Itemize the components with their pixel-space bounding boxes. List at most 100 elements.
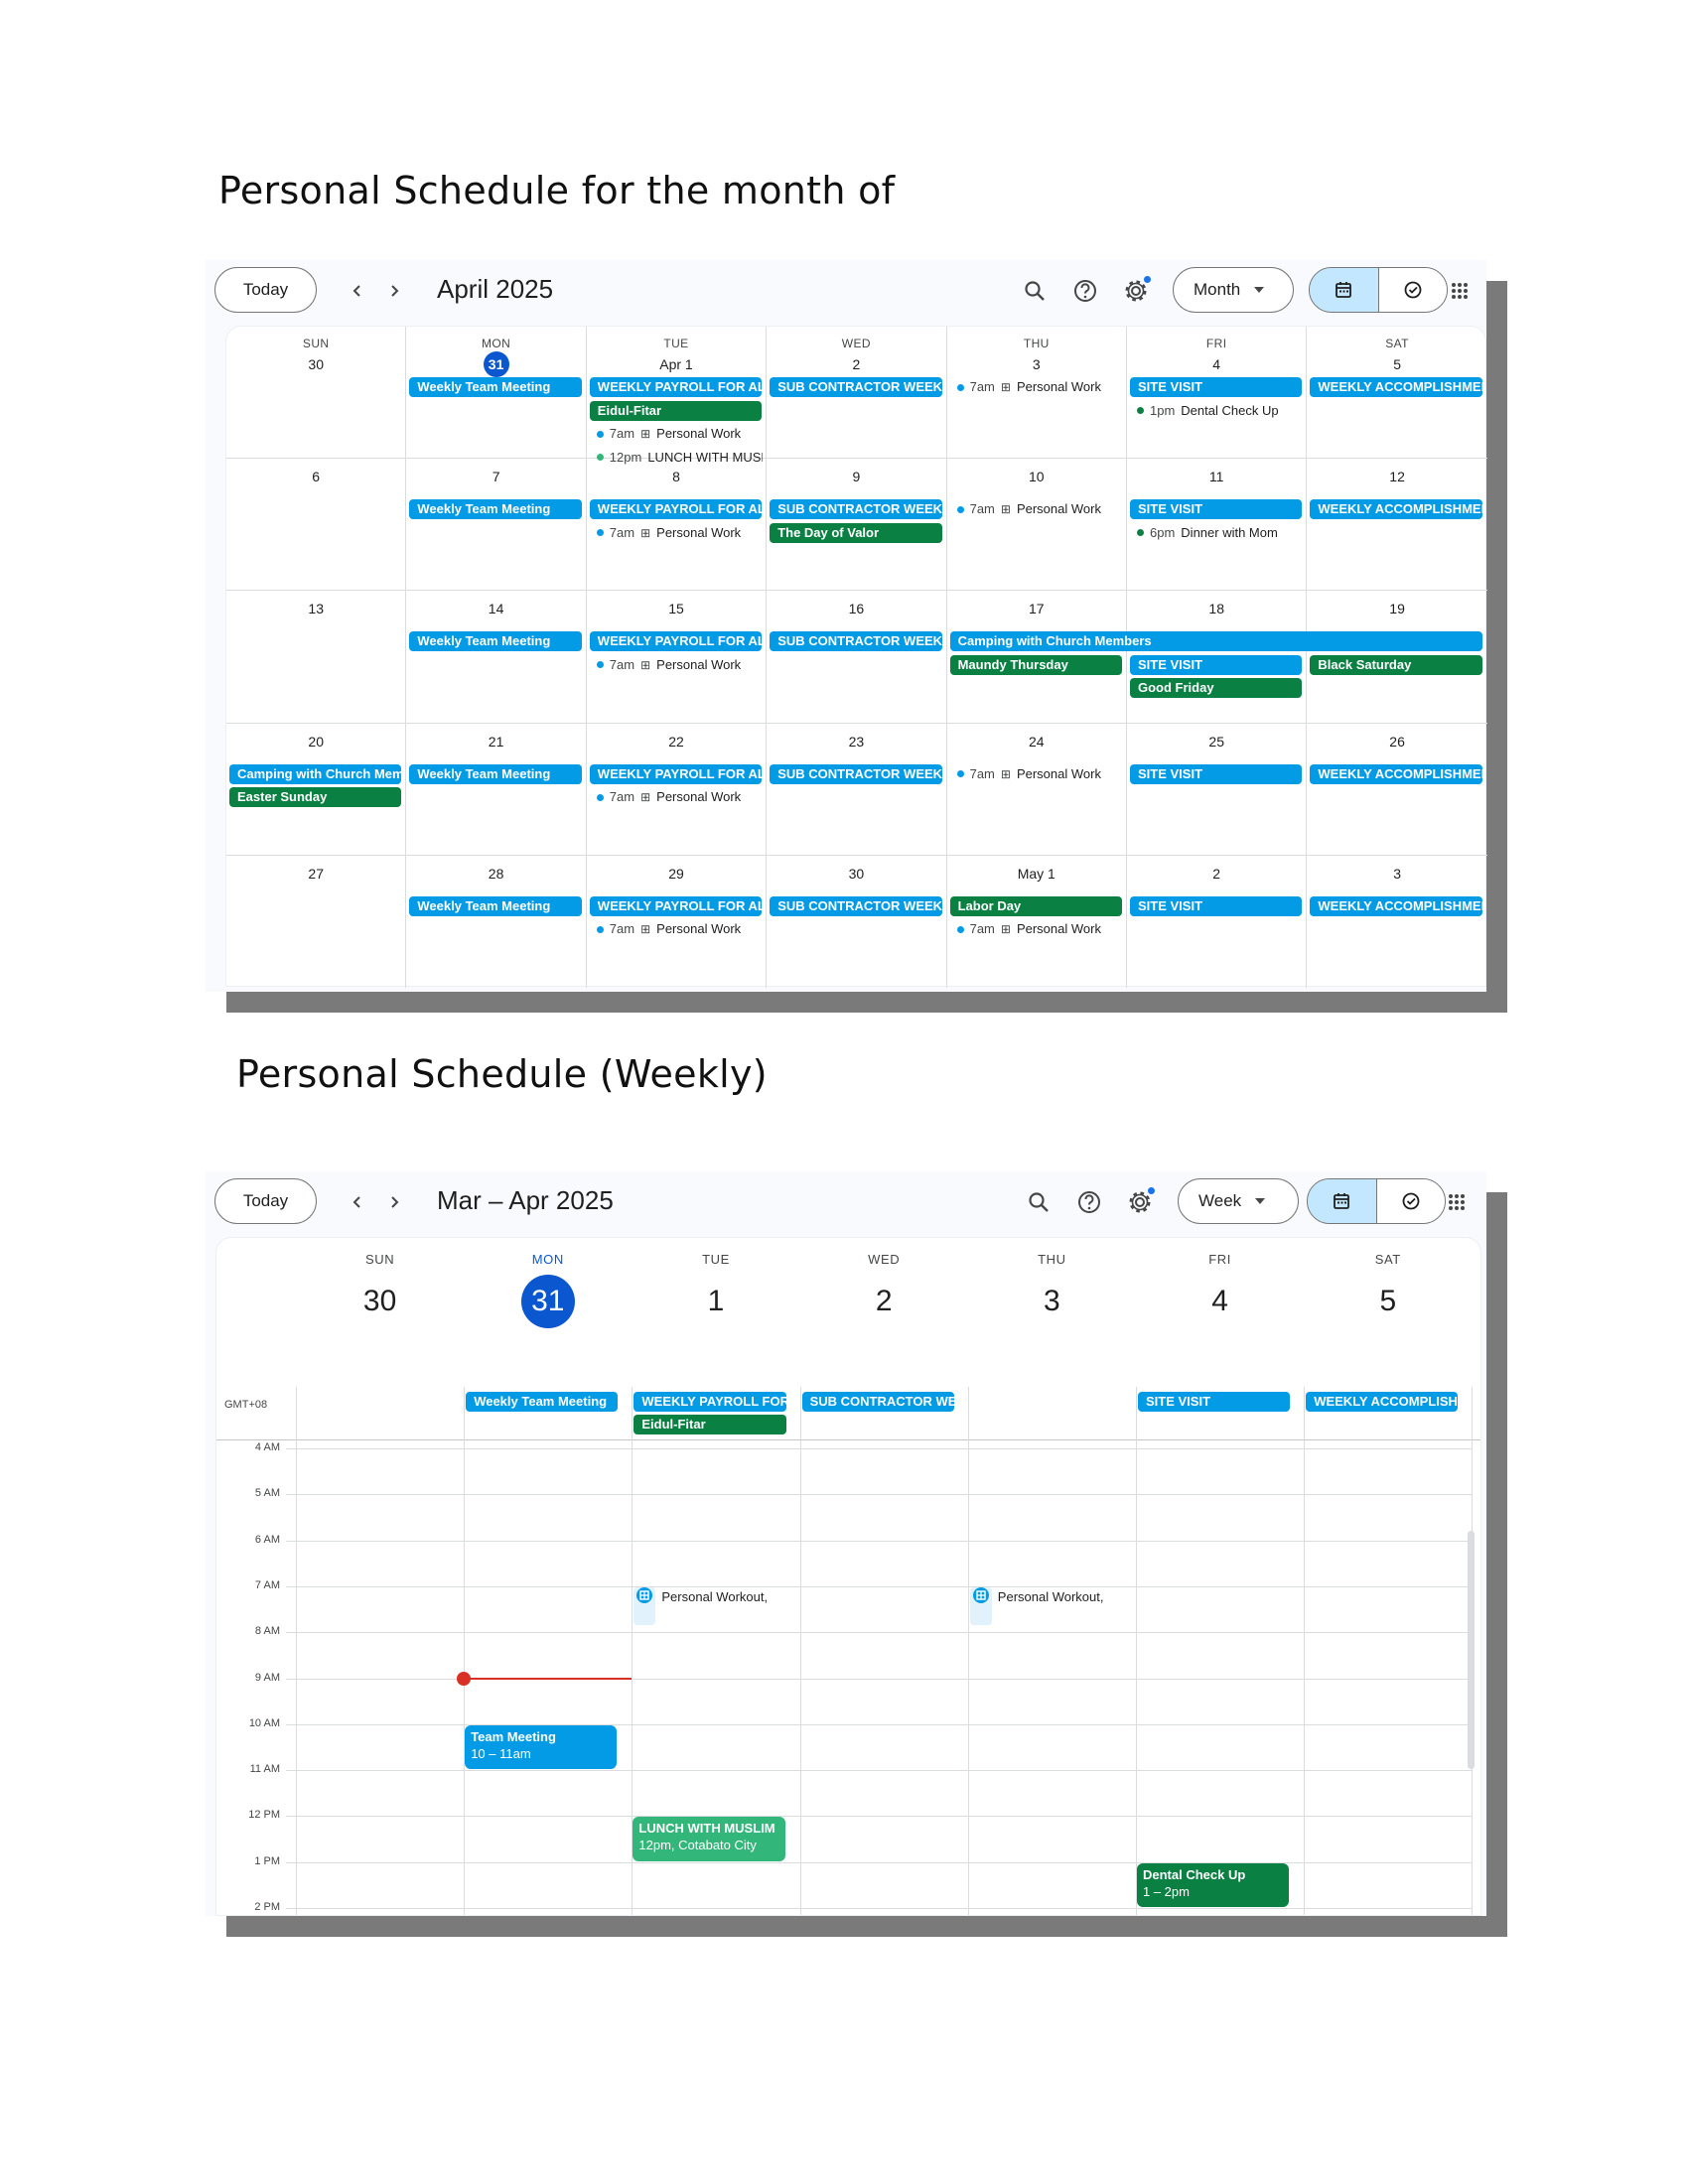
allday-event[interactable]: Eidul-Fitar bbox=[633, 1415, 786, 1434]
day-cell[interactable]: 27 bbox=[226, 855, 407, 988]
day-cell[interactable]: 6 bbox=[226, 459, 407, 592]
day-number[interactable]: 31 bbox=[520, 1275, 575, 1328]
day-number[interactable]: 28 bbox=[406, 866, 585, 882]
day-number[interactable]: 19 bbox=[1307, 601, 1486, 616]
day-cell[interactable]: 30 bbox=[767, 855, 947, 988]
event-chip[interactable]: SUB CONTRACTOR WEEKLY bbox=[770, 631, 942, 652]
day-number[interactable]: 20 bbox=[226, 734, 405, 750]
day-cell[interactable]: SUN 30 bbox=[226, 327, 407, 460]
day-number[interactable]: 21 bbox=[406, 734, 585, 750]
event-chip[interactable]: Eidul-Fitar bbox=[589, 400, 763, 421]
timed-event[interactable]: 7am ⊞ Personal Work bbox=[956, 499, 1123, 519]
calendar-icon[interactable] bbox=[1308, 1179, 1377, 1223]
day-number[interactable]: 3 bbox=[1307, 866, 1486, 882]
task-event[interactable]: Personal Workout, bbox=[972, 1587, 1104, 1607]
event-chip[interactable]: SITE VISIT bbox=[1130, 763, 1303, 784]
view-selector[interactable]: Month bbox=[1173, 267, 1294, 313]
timed-event[interactable]: 7am ⊞ Personal Work bbox=[956, 377, 1123, 397]
today-button[interactable]: Today bbox=[214, 267, 317, 313]
task-check-icon[interactable] bbox=[1376, 1179, 1445, 1223]
timed-event[interactable]: 12pm LUNCH WITH MUSLIM bbox=[596, 448, 763, 468]
day-number[interactable]: 30 bbox=[767, 866, 945, 882]
day-number[interactable]: 4 bbox=[1194, 1275, 1247, 1328]
day-cell[interactable]: 14 bbox=[406, 591, 587, 724]
event-chip[interactable]: WEEKLY PAYROLL FOR ALL EMPLOYEES bbox=[589, 895, 763, 916]
day-cell[interactable]: 13 bbox=[226, 591, 407, 724]
day-cell[interactable]: 3 bbox=[1307, 856, 1486, 988]
day-header[interactable]: FRI 4 bbox=[1136, 1252, 1304, 1328]
chevron-left-icon[interactable] bbox=[341, 1185, 374, 1219]
allday-event[interactable]: WEEKLY PAYROLL FOR ALL EMPLOYEES bbox=[633, 1392, 786, 1412]
scrollbar[interactable] bbox=[1468, 1531, 1475, 1769]
allday-event[interactable]: WEEKLY ACCOMPLISHMENT bbox=[1306, 1392, 1459, 1412]
help-icon[interactable] bbox=[1066, 272, 1104, 310]
day-number[interactable]: 12 bbox=[1307, 469, 1486, 484]
timed-event[interactable]: 7am ⊞ Personal Work bbox=[956, 764, 1123, 784]
event-chip[interactable]: SUB CONTRACTOR WEEKLY bbox=[770, 377, 942, 397]
event-chip[interactable]: WEEKLY ACCOMPLISHMENT bbox=[1310, 499, 1482, 520]
day-number[interactable]: 26 bbox=[1307, 734, 1486, 750]
day-number[interactable]: 25 bbox=[1127, 734, 1306, 750]
day-number[interactable]: May 1 bbox=[947, 866, 1126, 882]
day-number[interactable]: 5 bbox=[1307, 356, 1486, 372]
day-cell[interactable]: 16 bbox=[767, 591, 947, 724]
event-chip[interactable]: Black Saturday bbox=[1310, 654, 1482, 675]
day-cell[interactable]: 7 bbox=[406, 459, 587, 592]
timed-event[interactable]: 7am ⊞ Personal Work bbox=[596, 919, 763, 939]
timed-event[interactable]: 7am ⊞ Personal Work bbox=[596, 655, 763, 675]
timed-event[interactable]: 7am ⊞ Personal Work bbox=[956, 919, 1123, 939]
day-cell[interactable]: 2 bbox=[1127, 855, 1308, 988]
day-number[interactable]: 7 bbox=[406, 469, 585, 484]
day-number[interactable]: 24 bbox=[947, 734, 1126, 750]
event-chip[interactable]: Labor Day bbox=[949, 895, 1122, 916]
day-cell[interactable]: 24 bbox=[946, 723, 1127, 856]
event-chip[interactable]: Camping with Church Members bbox=[949, 631, 1482, 652]
day-cell[interactable]: 28 bbox=[406, 855, 587, 988]
allday-event[interactable]: SITE VISIT bbox=[1138, 1392, 1291, 1412]
day-cell[interactable]: 26 bbox=[1307, 724, 1487, 856]
day-cell[interactable]: 21 bbox=[406, 723, 587, 856]
day-header[interactable]: TUE 1 bbox=[632, 1252, 799, 1328]
day-number[interactable]: 23 bbox=[767, 734, 945, 750]
help-icon[interactable] bbox=[1070, 1183, 1108, 1221]
day-number[interactable]: 3 bbox=[947, 356, 1126, 372]
day-number[interactable]: 22 bbox=[587, 734, 766, 750]
event-chip[interactable]: Camping with Church Members bbox=[229, 763, 402, 784]
event-chip[interactable]: WEEKLY PAYROLL FOR ALL EMPLOYEES bbox=[589, 377, 763, 397]
task-check-icon[interactable] bbox=[1378, 268, 1447, 312]
task-event[interactable]: Personal Workout, bbox=[635, 1587, 768, 1607]
apps-grid-icon[interactable] bbox=[1438, 1183, 1476, 1221]
event-chip[interactable]: Easter Sunday bbox=[229, 787, 402, 808]
event-chip[interactable]: Maundy Thursday bbox=[949, 654, 1122, 675]
day-cell[interactable]: 23 bbox=[767, 723, 947, 856]
event-chip[interactable]: WEEKLY PAYROLL FOR ALL EMPLOYEES bbox=[589, 631, 763, 652]
day-number[interactable]: 30 bbox=[353, 1275, 407, 1328]
day-number[interactable]: 18 bbox=[1127, 601, 1306, 616]
day-number[interactable]: 11 bbox=[1127, 469, 1306, 484]
timed-event[interactable]: Team Meeting 10 – 11am bbox=[465, 1724, 618, 1770]
search-icon[interactable] bbox=[1016, 272, 1054, 310]
event-chip[interactable]: Weekly Team Meeting bbox=[409, 377, 582, 397]
day-number[interactable]: 29 bbox=[587, 866, 766, 882]
day-number[interactable]: 2 bbox=[767, 356, 945, 372]
day-header[interactable]: WED 2 bbox=[800, 1252, 968, 1328]
day-cell[interactable]: 10 bbox=[946, 459, 1127, 592]
day-number[interactable]: 10 bbox=[947, 469, 1126, 484]
allday-event[interactable]: Weekly Team Meeting bbox=[466, 1392, 619, 1412]
day-number[interactable]: 9 bbox=[767, 469, 945, 484]
day-cell[interactable]: 12 bbox=[1307, 459, 1487, 592]
calendar-icon[interactable] bbox=[1310, 268, 1379, 312]
day-number[interactable]: 4 bbox=[1127, 356, 1306, 372]
day-number[interactable]: 13 bbox=[226, 601, 405, 616]
apps-grid-icon[interactable] bbox=[1441, 272, 1478, 310]
gear-icon[interactable] bbox=[1121, 1183, 1159, 1221]
event-chip[interactable]: WEEKLY PAYROLL FOR ALL EMPLOYEES bbox=[589, 499, 763, 520]
day-number[interactable]: 16 bbox=[767, 601, 945, 616]
day-number[interactable]: 6 bbox=[226, 469, 405, 484]
chevron-right-icon[interactable] bbox=[377, 1185, 411, 1219]
chevron-right-icon[interactable] bbox=[377, 274, 411, 308]
day-header[interactable]: THU 3 bbox=[968, 1252, 1136, 1328]
day-header[interactable]: SAT 5 bbox=[1304, 1252, 1472, 1328]
event-chip[interactable]: WEEKLY ACCOMPLISHMENT bbox=[1310, 763, 1482, 784]
day-header[interactable]: SUN 30 bbox=[296, 1252, 464, 1328]
